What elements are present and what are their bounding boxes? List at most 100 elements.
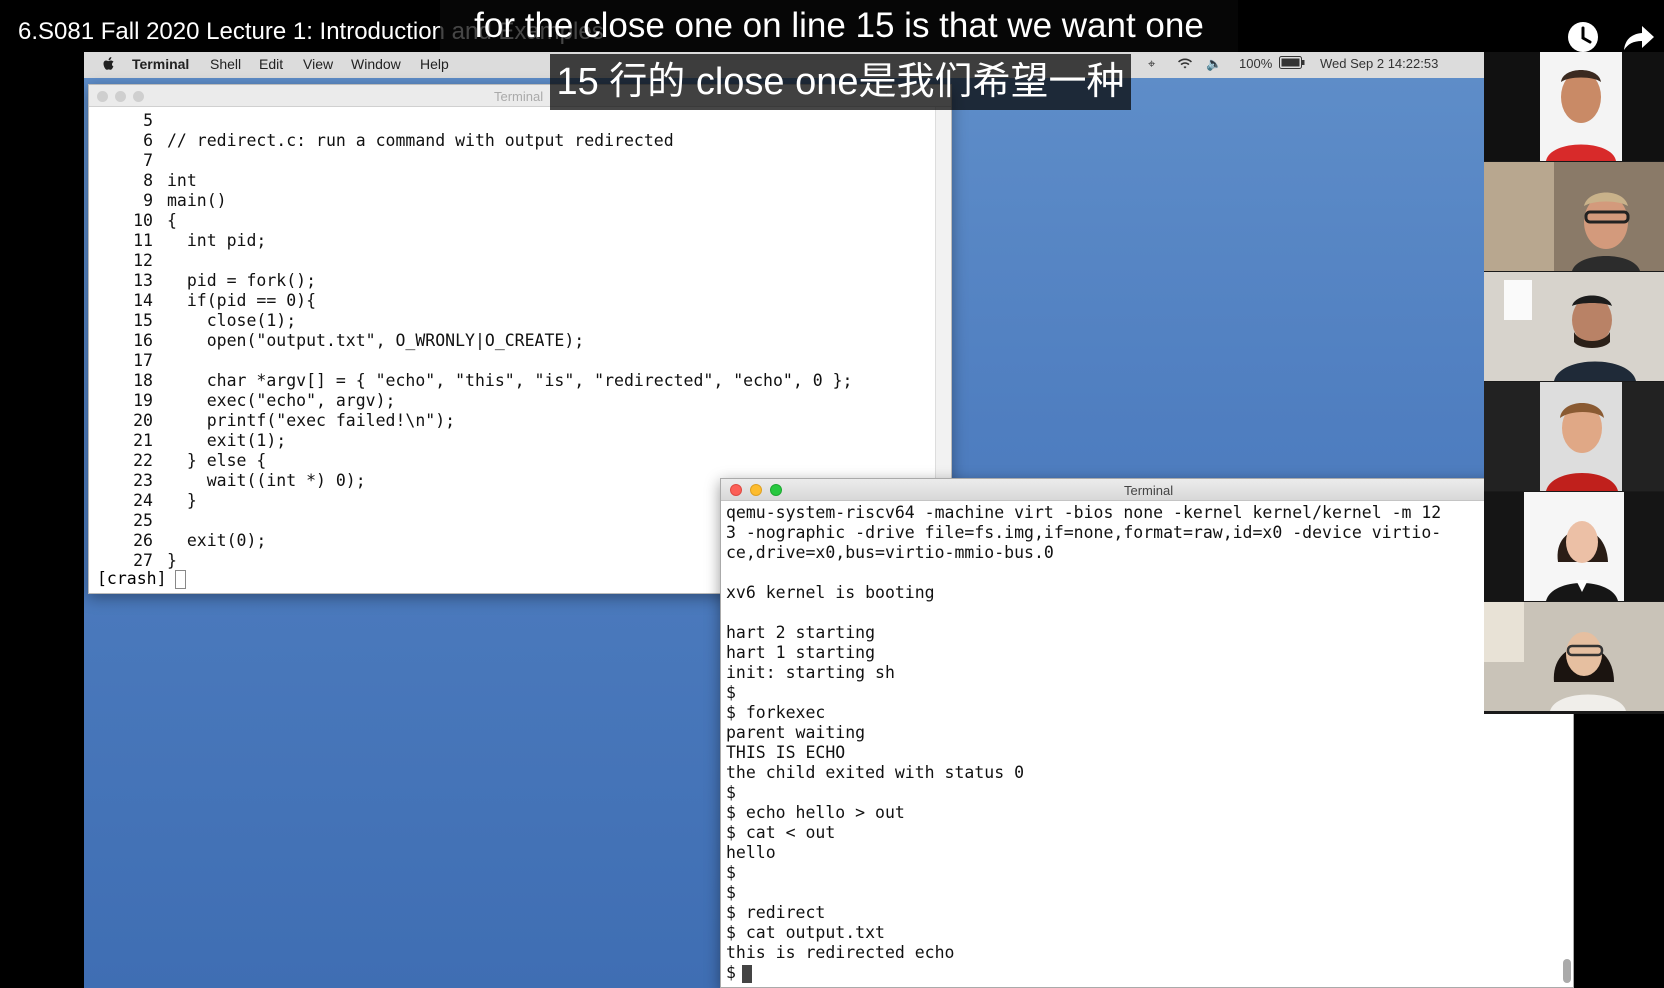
volume-icon[interactable]: 🔈 bbox=[1206, 56, 1222, 72]
terminal-line: ce,drive=x0,bus=virtio-mmio-bus.0 bbox=[726, 543, 1441, 563]
code-line: 9 main() bbox=[95, 191, 852, 211]
apple-icon[interactable] bbox=[102, 56, 116, 75]
terminal-text: init: starting sh bbox=[726, 663, 895, 682]
line-number: 5 bbox=[143, 111, 153, 130]
terminal-line: qemu-system-riscv64 -machine virt -bios … bbox=[726, 503, 1441, 523]
code-text: pid = fork(); bbox=[167, 271, 317, 290]
share-icon[interactable] bbox=[1622, 20, 1656, 54]
editor-close-button[interactable] bbox=[97, 91, 108, 102]
menu-app-name[interactable]: Terminal bbox=[132, 56, 189, 72]
menu-edit[interactable]: Edit bbox=[259, 56, 283, 72]
terminal-window: Terminal qemu-system-riscv64 -machine vi… bbox=[720, 478, 1574, 988]
terminal-text: qemu-system-riscv64 -machine virt -bios … bbox=[726, 503, 1442, 522]
terminal-close-button[interactable] bbox=[730, 484, 742, 496]
line-number: 9 bbox=[143, 191, 153, 210]
terminal-text: 3 -nographic -drive file=fs.img,if=none,… bbox=[726, 523, 1442, 542]
terminal-line: $ cat < out bbox=[726, 823, 1441, 843]
menu-shell[interactable]: Shell bbox=[210, 56, 241, 72]
code-text: } bbox=[167, 551, 177, 570]
code-line: 22 } else { bbox=[95, 451, 852, 471]
terminal-line: $ redirect bbox=[726, 903, 1441, 923]
terminal-text: xv6 kernel is booting bbox=[726, 583, 935, 602]
code-text: } else { bbox=[167, 451, 267, 470]
participant-2[interactable] bbox=[1484, 162, 1664, 271]
menu-window[interactable]: Window bbox=[351, 56, 401, 72]
participant-5[interactable] bbox=[1484, 492, 1664, 601]
participant-4[interactable] bbox=[1484, 382, 1664, 491]
terminal-text: ce,drive=x0,bus=virtio-mmio-bus.0 bbox=[726, 543, 1054, 562]
terminal-text: $ bbox=[726, 863, 736, 882]
line-number: 14 bbox=[133, 291, 153, 310]
airplay-icon[interactable]: ⌖ bbox=[1148, 56, 1155, 72]
code-line: 5 bbox=[95, 111, 852, 131]
terminal-text: $ echo hello > out bbox=[726, 803, 905, 822]
participant-3[interactable] bbox=[1484, 272, 1664, 381]
code-line: 18 char *argv[] = { "echo", "this", "is"… bbox=[95, 371, 852, 391]
terminal-line: $ cat output.txt bbox=[726, 923, 1441, 943]
menubar-clock[interactable]: Wed Sep 2 14:22:53 bbox=[1320, 56, 1438, 71]
editor-minimize-button[interactable] bbox=[115, 91, 126, 102]
line-number: 15 bbox=[133, 311, 153, 330]
terminal-title: Terminal bbox=[1124, 483, 1174, 498]
menu-help[interactable]: Help bbox=[420, 56, 449, 72]
participant-strip bbox=[1484, 52, 1664, 714]
line-number: 20 bbox=[133, 411, 153, 430]
code-text: char *argv[] = { "echo", "this", "is", "… bbox=[167, 371, 853, 390]
terminal-text: hart 1 starting bbox=[726, 643, 876, 662]
terminal-text: hart 2 starting bbox=[726, 623, 876, 642]
code-text: if(pid == 0){ bbox=[167, 291, 317, 310]
terminal-line: hart 1 starting bbox=[726, 643, 1441, 663]
code-line: 17 bbox=[95, 351, 852, 371]
code-line: 6 // redirect.c: run a command with outpu… bbox=[95, 131, 852, 151]
battery-icon[interactable] bbox=[1279, 56, 1305, 72]
terminal-line: $ bbox=[726, 963, 1441, 983]
editor-zoom-button[interactable] bbox=[133, 91, 144, 102]
participant-1[interactable] bbox=[1484, 52, 1664, 161]
code-text: wait((int *) 0); bbox=[167, 471, 366, 490]
code-text: int bbox=[167, 171, 197, 190]
clock-icon[interactable] bbox=[1566, 20, 1600, 54]
terminal-text: hello bbox=[726, 843, 776, 862]
terminal-zoom-button[interactable] bbox=[770, 484, 782, 496]
code-text: close(1); bbox=[167, 311, 297, 330]
terminal-scrollbar[interactable] bbox=[1563, 959, 1571, 983]
menu-view[interactable]: View bbox=[303, 56, 333, 72]
code-line: 19 exec("echo", argv); bbox=[95, 391, 852, 411]
terminal-line: $ echo hello > out bbox=[726, 803, 1441, 823]
terminal-output[interactable]: qemu-system-riscv64 -machine virt -bios … bbox=[726, 503, 1441, 983]
terminal-line: hart 2 starting bbox=[726, 623, 1441, 643]
line-number: 13 bbox=[133, 271, 153, 290]
terminal-line: parent waiting bbox=[726, 723, 1441, 743]
editor-title: Terminal bbox=[494, 89, 544, 104]
terminal-text: $ forkexec bbox=[726, 703, 826, 722]
participant-6[interactable] bbox=[1484, 602, 1664, 711]
terminal-cursor bbox=[741, 964, 752, 983]
terminal-line: this is redirected echo bbox=[726, 943, 1441, 963]
terminal-line: $ bbox=[726, 683, 1441, 703]
line-number: 6 bbox=[143, 131, 153, 150]
wifi-icon[interactable] bbox=[1176, 56, 1194, 73]
terminal-line: THIS IS ECHO bbox=[726, 743, 1441, 763]
terminal-text: $ cat < out bbox=[726, 823, 836, 842]
line-number: 11 bbox=[133, 231, 153, 250]
terminal-text: parent waiting bbox=[726, 723, 866, 742]
line-number: 10 bbox=[133, 211, 153, 230]
editor-command-line[interactable]: [crash] bbox=[97, 569, 186, 589]
terminal-line: init: starting sh bbox=[726, 663, 1441, 683]
terminal-text: THIS IS ECHO bbox=[726, 743, 846, 762]
battery-percent[interactable]: 100% bbox=[1239, 56, 1272, 71]
code-line: 8 int bbox=[95, 171, 852, 191]
code-text: exec("echo", argv); bbox=[167, 391, 396, 410]
code-text: // redirect.c: run a command with output… bbox=[167, 131, 674, 150]
terminal-minimize-button[interactable] bbox=[750, 484, 762, 496]
code-text: { bbox=[167, 211, 177, 230]
terminal-line: $ forkexec bbox=[726, 703, 1441, 723]
line-number: 8 bbox=[143, 171, 153, 190]
terminal-text: $ bbox=[726, 783, 736, 802]
terminal-text: $ bbox=[726, 683, 736, 702]
terminal-line: $ bbox=[726, 783, 1441, 803]
line-number: 16 bbox=[133, 331, 153, 350]
line-number: 18 bbox=[133, 371, 153, 390]
terminal-titlebar[interactable]: Terminal bbox=[721, 479, 1573, 501]
